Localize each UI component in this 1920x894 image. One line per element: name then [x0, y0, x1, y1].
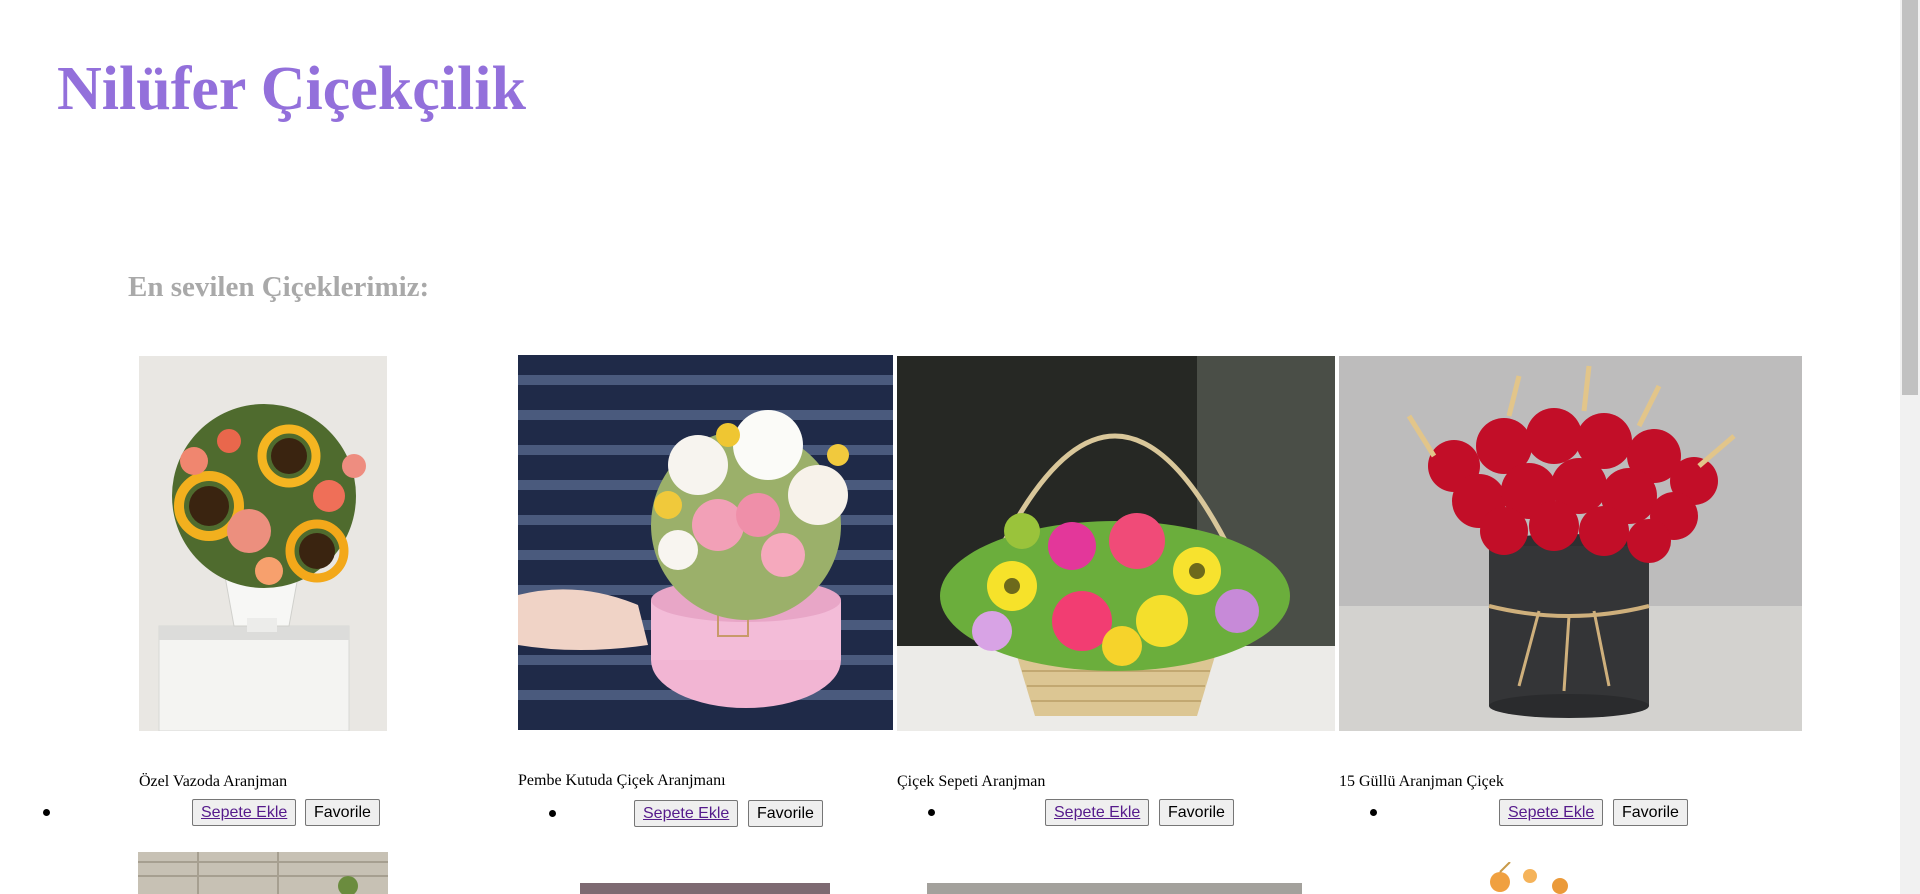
vertical-scrollbar[interactable] — [1900, 0, 1920, 894]
favorite-button[interactable]: Favorile — [1613, 799, 1688, 826]
favorite-button[interactable]: Favorile — [748, 800, 823, 827]
product-name: Pembe Kutuda Çiçek Aranjmanı — [518, 772, 726, 789]
product-name: Çiçek Sepeti Aranjman — [897, 773, 1046, 790]
add-to-cart-button[interactable]: Sepete Ekle — [1045, 799, 1150, 826]
product-image-partial[interactable] — [138, 852, 388, 894]
product-name: 15 Güllü Aranjman Çiçek — [1339, 773, 1504, 790]
product-image-partial[interactable] — [1460, 862, 1720, 894]
list-bullet — [549, 810, 556, 817]
product-image-partial[interactable] — [927, 883, 1302, 894]
favorite-button[interactable]: Favorile — [305, 799, 380, 826]
list-bullet — [43, 809, 50, 816]
site-title: Nilüfer Çiçekçilik — [57, 55, 526, 123]
add-to-cart-button[interactable]: Sepete Ekle — [634, 800, 739, 827]
list-bullet — [928, 809, 935, 816]
product-image-basket[interactable] — [897, 356, 1335, 731]
product-image-vase[interactable] — [139, 356, 387, 732]
add-to-cart-button[interactable]: Sepete Ekle — [1499, 799, 1604, 826]
product-name: Özel Vazoda Aranjman — [139, 773, 288, 790]
add-to-cart-button[interactable]: Sepete Ekle — [192, 799, 297, 826]
scrollbar-thumb[interactable] — [1902, 0, 1918, 395]
product-image-pink-box[interactable] — [518, 355, 893, 730]
list-bullet — [1370, 809, 1377, 816]
section-title: En sevilen Çiçeklerimiz: — [128, 271, 430, 303]
product-image-partial[interactable] — [580, 883, 830, 894]
product-image-roses[interactable] — [1339, 356, 1802, 731]
favorite-button[interactable]: Favorile — [1159, 799, 1234, 826]
